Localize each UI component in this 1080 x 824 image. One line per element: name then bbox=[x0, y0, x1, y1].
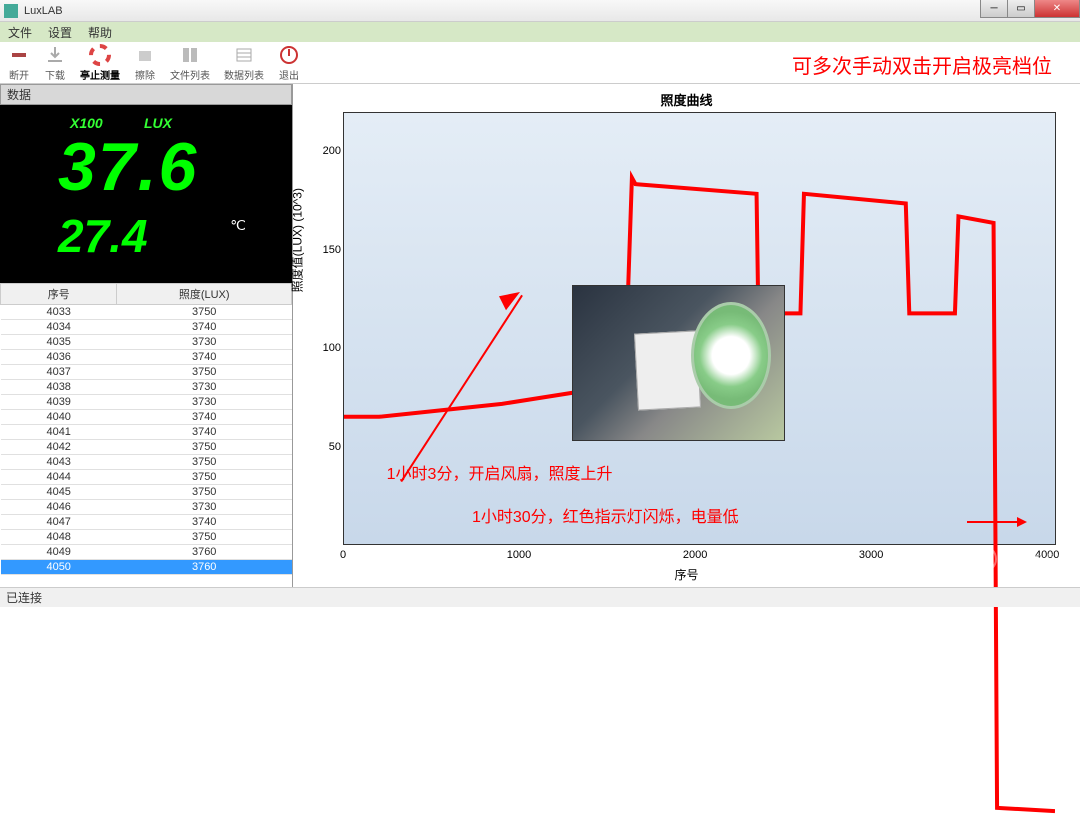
table-row[interactable]: 40393730 bbox=[1, 395, 292, 410]
table-row[interactable]: 40353730 bbox=[1, 335, 292, 350]
panel-title: 数据 bbox=[0, 84, 292, 105]
annotation-low: 1小时30分，红色指示灯闪烁，电量低 bbox=[472, 503, 739, 527]
col-index[interactable]: 序号 bbox=[1, 284, 117, 305]
watermark-icon: 值 bbox=[969, 545, 997, 573]
tool-datalist[interactable]: 数据列表 bbox=[224, 44, 264, 82]
table-row[interactable]: 40483750 bbox=[1, 530, 292, 545]
table-row[interactable]: 40473740 bbox=[1, 515, 292, 530]
table-row[interactable]: 40333750 bbox=[1, 305, 292, 320]
maximize-button[interactable]: ▭ bbox=[1007, 0, 1035, 18]
table-row[interactable]: 40373750 bbox=[1, 365, 292, 380]
photo-inset bbox=[572, 285, 785, 440]
y-tick: 50 bbox=[329, 441, 341, 453]
table-row[interactable]: 40463730 bbox=[1, 500, 292, 515]
y-tick: 100 bbox=[323, 342, 341, 354]
y-axis: 50 100 150 200 bbox=[323, 112, 343, 545]
y-axis-label: 照度值(LUX) (10^3) bbox=[289, 188, 306, 292]
chart-title: 照度曲线 bbox=[293, 84, 1080, 111]
annotation-top: 可多次手动双击开启极亮档位 bbox=[792, 50, 1052, 79]
y-tick: 200 bbox=[323, 145, 341, 157]
tool-exit[interactable]: 退出 bbox=[278, 44, 300, 82]
table-row[interactable]: 40443750 bbox=[1, 470, 292, 485]
chart-area: 照度曲线 照度值(LUX) (10^3) 序号 50100150200 0100… bbox=[293, 84, 1080, 587]
filelist-icon bbox=[179, 44, 201, 66]
arrow-right-icon bbox=[967, 515, 1027, 529]
titlebar: LuxLAB ─ ▭ ✕ bbox=[0, 0, 1080, 22]
table-row[interactable]: 40423750 bbox=[1, 440, 292, 455]
watermark: 值 什么值得买 bbox=[969, 545, 1068, 573]
window-controls: ─ ▭ ✕ bbox=[980, 0, 1080, 18]
tool-disconnect[interactable]: 断开 bbox=[8, 44, 30, 82]
table-row[interactable]: 40433750 bbox=[1, 455, 292, 470]
download-icon bbox=[44, 44, 66, 66]
lcd-temp-value: 27.4 bbox=[58, 209, 148, 263]
chart-plot[interactable]: 1小时3分，开启风扇，照度上升 1小时30分，红色指示灯闪烁，电量低 bbox=[343, 112, 1056, 545]
minimize-button[interactable]: ─ bbox=[980, 0, 1008, 18]
exit-icon bbox=[278, 44, 300, 66]
table-row[interactable]: 40453750 bbox=[1, 485, 292, 500]
table-row[interactable]: 40413740 bbox=[1, 425, 292, 440]
lifebuoy-icon bbox=[89, 44, 111, 66]
annotation-mid: 1小时3分，开启风扇，照度上升 bbox=[387, 460, 613, 484]
tool-erase[interactable]: 擦除 bbox=[134, 44, 156, 82]
menu-help[interactable]: 帮助 bbox=[88, 24, 112, 41]
menubar: 文件 设置 帮助 bbox=[0, 22, 1080, 42]
datalist-icon bbox=[233, 44, 255, 66]
lcd-temp-unit: ℃ bbox=[230, 217, 246, 234]
col-lux[interactable]: 照度(LUX) bbox=[117, 284, 292, 305]
window-title: LuxLAB bbox=[24, 5, 63, 17]
table-row[interactable]: 40363740 bbox=[1, 350, 292, 365]
disconnect-icon bbox=[8, 44, 30, 66]
erase-icon bbox=[134, 44, 156, 66]
tool-filelist[interactable]: 文件列表 bbox=[170, 44, 210, 82]
menu-settings[interactable]: 设置 bbox=[48, 24, 72, 41]
table-row[interactable]: 40403740 bbox=[1, 410, 292, 425]
y-tick: 150 bbox=[323, 244, 341, 256]
table-row[interactable]: 40383730 bbox=[1, 380, 292, 395]
tool-download[interactable]: 下载 bbox=[44, 44, 66, 82]
data-table[interactable]: 序号 照度(LUX) 40333750403437404035373040363… bbox=[0, 283, 292, 587]
close-button[interactable]: ✕ bbox=[1034, 0, 1080, 18]
table-row[interactable]: 40493760 bbox=[1, 545, 292, 560]
lcd-display: X100 LUX 37.6 27.4 ℃ bbox=[0, 105, 292, 283]
lcd-main-value: 37.6 bbox=[58, 133, 198, 201]
data-panel: 数据 X100 LUX 37.6 27.4 ℃ 序号 照度(LUX) 40333… bbox=[0, 84, 293, 587]
toolbar: 断开 下载 亭止测量 擦除 文件列表 数据列表 退出 可多次手动双击开启极亮档位 bbox=[0, 42, 1080, 84]
table-row[interactable]: 40343740 bbox=[1, 320, 292, 335]
tool-stop-measure[interactable]: 亭止测量 bbox=[80, 44, 120, 82]
table-row[interactable]: 40503760 bbox=[1, 560, 292, 575]
app-icon bbox=[4, 4, 18, 18]
menu-file[interactable]: 文件 bbox=[8, 24, 32, 41]
statusbar: 已连接 bbox=[0, 587, 1080, 607]
